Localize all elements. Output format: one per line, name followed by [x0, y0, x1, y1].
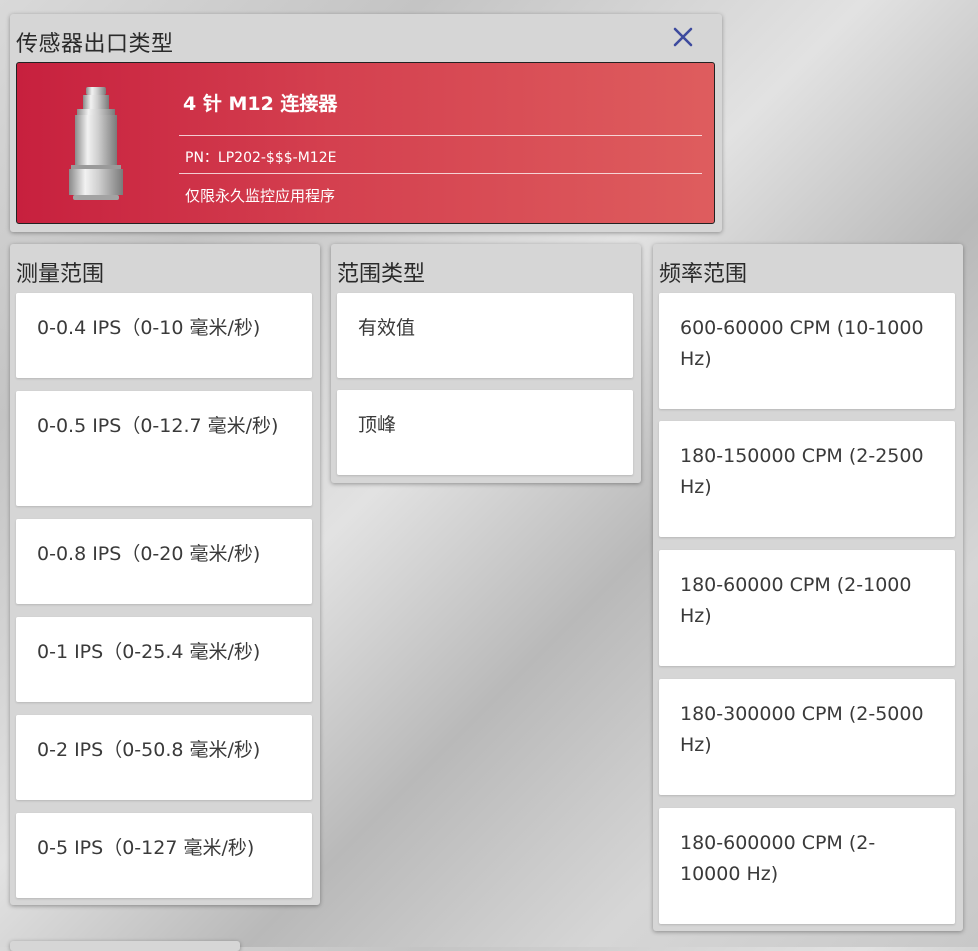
option-label: 0-0.4 IPS（0-10 毫米/秒)	[37, 317, 261, 339]
option-label: 0-0.5 IPS（0-12.7 毫米/秒)	[37, 415, 279, 437]
option-card[interactable]: 0-1 IPS（0-25.4 毫米/秒)	[16, 617, 312, 702]
close-icon[interactable]	[670, 24, 696, 50]
option-card[interactable]: 有效值	[337, 293, 633, 378]
divider	[179, 173, 702, 174]
option-card[interactable]: 0-0.5 IPS（0-12.7 毫米/秒)	[16, 391, 312, 506]
option-card[interactable]: 600-60000 CPM (10-1000 Hz)	[659, 293, 955, 409]
option-card[interactable]: 0-5 IPS（0-127 毫米/秒)	[16, 813, 312, 898]
product-name: 4 针 M12 连接器	[183, 93, 338, 115]
option-label: 180-60000 CPM (2-1000 Hz)	[680, 574, 912, 627]
column-title: 频率范围	[659, 262, 748, 287]
range-type-panel: 范围类型 有效值 顶峰	[331, 244, 641, 483]
option-label: 0-0.8 IPS（0-20 毫米/秒)	[37, 543, 261, 565]
option-label: 0-2 IPS（0-50.8 毫米/秒)	[37, 739, 261, 761]
option-label: 180-150000 CPM (2-2500 Hz)	[680, 445, 924, 498]
option-label: 0-1 IPS（0-25.4 毫米/秒)	[37, 641, 261, 663]
option-card[interactable]: 0-0.8 IPS（0-20 毫米/秒)	[16, 519, 312, 604]
option-label: 600-60000 CPM (10-1000 Hz)	[680, 317, 924, 370]
option-card[interactable]: 顶峰	[337, 390, 633, 475]
option-label: 180-600000 CPM (2-10000 Hz)	[680, 832, 876, 885]
sensor-image	[61, 85, 131, 203]
option-label: 有效值	[358, 317, 416, 339]
column-title: 范围类型	[337, 262, 426, 287]
frequency-range-panel: 频率范围 600-60000 CPM (10-1000 Hz) 180-1500…	[653, 244, 963, 931]
option-label: 180-300000 CPM (2-5000 Hz)	[680, 703, 924, 756]
option-card[interactable]: 0-0.4 IPS（0-10 毫米/秒)	[16, 293, 312, 378]
sensor-outlet-panel: 传感器出口类型 4 针 M12 连接器 PN：LP202-$$$-M12E 仅限…	[10, 14, 722, 232]
column-title: 测量范围	[16, 262, 105, 287]
measurement-range-panel: 测量范围 0-0.4 IPS（0-10 毫米/秒) 0-0.5 IPS（0-12…	[10, 244, 320, 905]
option-card[interactable]: 180-600000 CPM (2-10000 Hz)	[659, 808, 955, 924]
option-card[interactable]: 180-150000 CPM (2-2500 Hz)	[659, 421, 955, 537]
option-label: 顶峰	[358, 414, 397, 436]
option-card[interactable]: 180-60000 CPM (2-1000 Hz)	[659, 550, 955, 666]
divider	[179, 135, 702, 136]
product-note: 仅限永久监控应用程序	[185, 187, 336, 205]
panel-title: 传感器出口类型	[16, 32, 174, 57]
option-card[interactable]: 0-2 IPS（0-50.8 毫米/秒)	[16, 715, 312, 800]
part-number: PN：LP202-$$$-M12E	[185, 150, 337, 166]
option-card[interactable]: 180-300000 CPM (2-5000 Hz)	[659, 679, 955, 795]
product-card[interactable]: 4 针 M12 连接器 PN：LP202-$$$-M12E 仅限永久监控应用程序	[16, 62, 715, 224]
option-label: 0-5 IPS（0-127 毫米/秒)	[37, 837, 255, 859]
next-panel-edge	[10, 941, 240, 951]
